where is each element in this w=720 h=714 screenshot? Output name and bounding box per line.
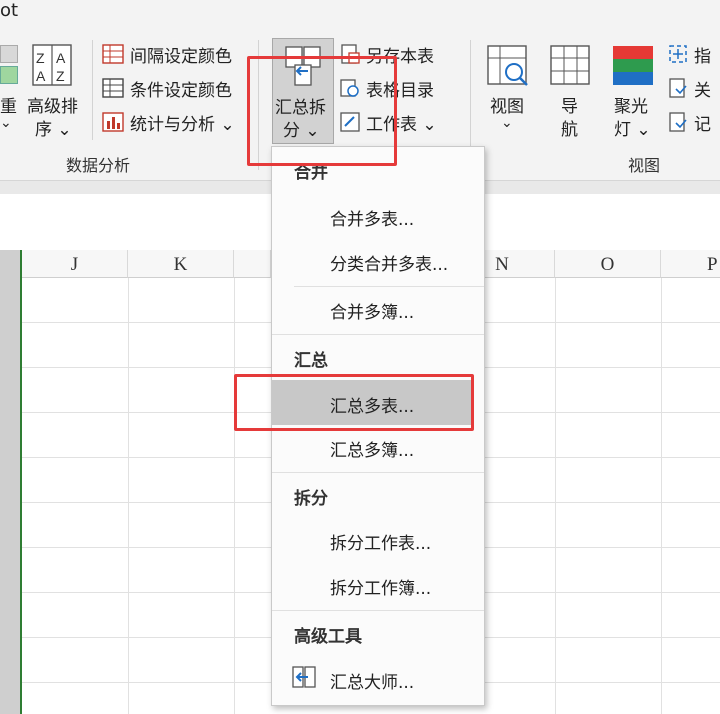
navigation-label-1: 导 <box>561 97 578 117</box>
spotlight-label-1: 聚光 <box>614 97 648 117</box>
highlight-box-summary-sheets <box>234 374 474 431</box>
advanced-sort-label-2: 序 ⌄ <box>35 120 72 140</box>
stats-analysis-button[interactable]: 统计与分析 ⌄ <box>102 110 252 135</box>
menu-header-advanced-tools: 高级工具 <box>294 627 362 647</box>
right-partial-label-1: 指 <box>694 47 711 67</box>
view-label-1: 视图 <box>490 97 524 117</box>
stats-analysis-icon <box>102 112 124 132</box>
spotlight-icon <box>613 46 653 85</box>
menu-separator <box>272 610 484 611</box>
menu-item-summary-workbooks[interactable]: 汇总多簿... <box>330 436 414 461</box>
column-header-p[interactable]: P <box>661 250 720 278</box>
column-header-o[interactable]: O <box>555 250 661 278</box>
partial-button-label[interactable]: 重 <box>0 92 17 117</box>
menu-header-split: 拆分 <box>294 489 328 509</box>
crosshair-icon <box>669 45 687 63</box>
menu-item-split-workbook[interactable]: 拆分工作簿... <box>330 574 431 599</box>
navigation-label-2: 航 <box>561 120 578 140</box>
window-title: ot <box>0 0 19 21</box>
advanced-sort-button[interactable]: Z A A Z <box>32 44 72 86</box>
right-partial-item-3[interactable]: 记 <box>668 110 720 135</box>
view-icon <box>487 45 528 86</box>
column-header-j[interactable]: J <box>22 250 128 278</box>
svg-text:Z: Z <box>36 50 45 66</box>
view-label-2: ⌄ <box>501 115 513 131</box>
interval-color-icon <box>102 44 124 64</box>
grid-line <box>661 278 662 714</box>
spotlight-button[interactable] <box>612 44 654 88</box>
interval-color-label: 间隔设定颜色 <box>130 47 232 67</box>
menu-separator <box>272 334 484 335</box>
right-partial-item-1[interactable]: 指 <box>668 42 720 67</box>
conditional-color-icon <box>102 78 124 98</box>
highlight-box-summary-split <box>247 56 397 166</box>
navigation-icon <box>550 45 590 85</box>
group-label-data-analysis: 数据分析 <box>66 156 131 175</box>
doc-check-icon <box>669 112 687 132</box>
sort-az-icon: Z A A Z <box>32 44 72 86</box>
stats-analysis-label: 统计与分析 ⌄ <box>130 115 235 135</box>
group-label-view: 视图 <box>628 156 661 175</box>
svg-text:Z: Z <box>56 68 65 84</box>
conditional-color-label: 条件设定颜色 <box>130 81 232 101</box>
svg-text:A: A <box>36 68 46 84</box>
partial-icon-bottom <box>0 66 18 84</box>
view-button[interactable] <box>486 44 530 88</box>
right-partial-item-2[interactable]: 关 <box>668 76 720 101</box>
selected-column-strip[interactable] <box>0 250 22 714</box>
partial-button-chevron: ⌄ <box>0 115 12 131</box>
menu-header-summary: 汇总 <box>294 351 328 371</box>
column-header-k[interactable]: K <box>128 250 234 278</box>
interval-color-button[interactable]: 间隔设定颜色 <box>102 42 252 67</box>
menu-separator <box>294 286 484 287</box>
right-partial-label-3: 记 <box>694 115 711 135</box>
menu-item-merge-sheets[interactable]: 合并多表... <box>330 205 414 230</box>
svg-text:A: A <box>56 50 66 66</box>
navigation-button[interactable] <box>550 44 590 88</box>
right-partial-label-2: 关 <box>694 81 711 101</box>
grid-line <box>555 278 556 714</box>
menu-item-summary-master[interactable]: 汇总大师... <box>330 668 414 693</box>
partial-icon-top <box>0 45 18 63</box>
conditional-color-button[interactable]: 条件设定颜色 <box>102 76 252 101</box>
spotlight-label-2: 灯 ⌄ <box>614 120 651 140</box>
ribbon-separator <box>92 40 93 140</box>
advanced-sort-label-1: 高级排 <box>27 97 78 117</box>
menu-item-category-merge-sheets[interactable]: 分类合并多表... <box>330 250 448 275</box>
doc-link-icon <box>669 78 687 98</box>
menu-item-merge-workbooks[interactable]: 合并多簿... <box>330 298 414 323</box>
summary-master-icon <box>292 664 316 690</box>
grid-line <box>234 278 235 714</box>
grid-line <box>128 278 129 714</box>
menu-item-split-worksheet[interactable]: 拆分工作表... <box>330 529 431 554</box>
column-header-l[interactable] <box>234 250 271 278</box>
menu-separator <box>272 472 484 473</box>
